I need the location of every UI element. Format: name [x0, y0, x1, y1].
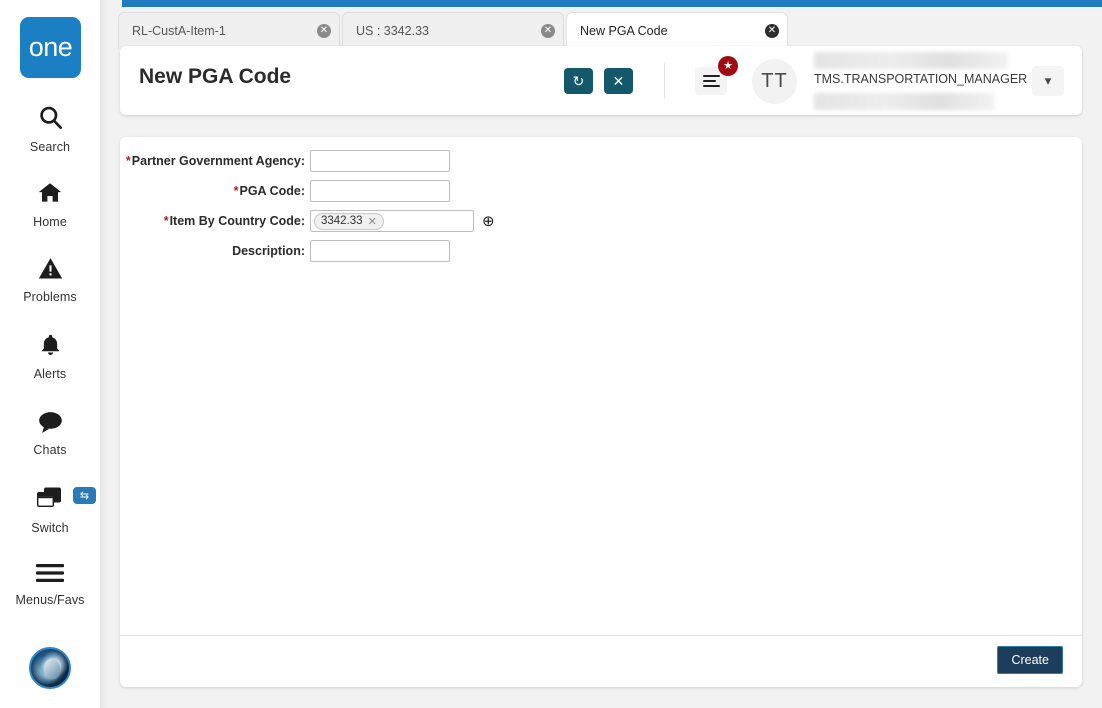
avatar[interactable]: TT	[752, 59, 797, 104]
sidebar: one Search Home Problems Alerts Chats Sw…	[0, 0, 100, 708]
sidebar-item-problems[interactable]: Problems	[0, 256, 100, 304]
sidebar-item-label: Menus/Favs	[15, 593, 85, 607]
page-title: New PGA Code	[139, 65, 292, 88]
sidebar-divider	[100, 0, 110, 708]
chat-bubble-icon	[37, 410, 64, 438]
field-row-item-by-country-code: *Item By Country Code: 3342.33 ✕ ⊕	[120, 209, 1082, 233]
star-icon[interactable]: ★	[718, 56, 738, 76]
required-asterisk: *	[163, 214, 169, 228]
footer-divider	[120, 635, 1082, 636]
sidebar-item-label: Home	[33, 215, 67, 229]
field-row-description: Description:	[120, 239, 1082, 263]
sidebar-item-label: Search	[29, 140, 71, 154]
app-logo[interactable]: one	[20, 17, 81, 78]
sidebar-item-alerts[interactable]: Alerts	[0, 332, 100, 381]
tab-label: US : 3342.33	[356, 24, 429, 38]
hamburger-icon	[36, 562, 64, 588]
field-label-text: Partner Government Agency:	[131, 154, 305, 168]
field-label-text: PGA Code:	[239, 184, 305, 198]
avatar-initials: TT	[761, 70, 788, 92]
field-label: Description:	[120, 244, 310, 258]
sidebar-item-chats[interactable]: Chats	[0, 410, 100, 457]
field-row-partner-government-agency: *Partner Government Agency:	[120, 149, 1082, 173]
form-panel: *Partner Government Agency: *PGA Code: *…	[120, 137, 1082, 687]
redacted-bar-bottom	[814, 93, 994, 110]
warning-triangle-icon	[37, 256, 64, 285]
sidebar-item-home[interactable]: Home	[0, 180, 100, 229]
sidebar-item-label: Problems	[23, 290, 77, 304]
search-icon	[37, 104, 64, 135]
sidebar-item-menus-favs[interactable]: Menus/Favs	[0, 562, 100, 607]
sidebar-item-search[interactable]: Search	[0, 104, 100, 154]
close-icon[interactable]: ✕	[541, 24, 555, 38]
app-root: one Search Home Problems Alerts Chats Sw…	[0, 0, 1102, 708]
create-button[interactable]: Create	[997, 646, 1063, 674]
redacted-bar-top	[814, 52, 1008, 69]
header-divider	[664, 63, 665, 99]
required-asterisk: *	[233, 184, 239, 198]
close-icon[interactable]: ✕	[765, 24, 779, 38]
windows-stack-icon	[35, 486, 65, 516]
user-info: TMS.TRANSPORTATION_MANAGER	[814, 52, 1027, 110]
pga-code-input[interactable]	[310, 180, 450, 202]
refresh-icon: ↻	[572, 72, 585, 89]
page-header: New PGA Code ↻ ✕ ★ TT TMS.TRANSPORTATION…	[120, 46, 1082, 115]
pga-code-form: *Partner Government Agency: *PGA Code: *…	[120, 149, 1082, 269]
field-label-text: Item By Country Code:	[169, 214, 305, 228]
field-label: *PGA Code:	[120, 184, 310, 198]
sidebar-item-label: Switch	[31, 521, 69, 535]
close-button[interactable]: ✕	[604, 68, 633, 94]
user-menu-button[interactable]: ▾	[1032, 66, 1064, 96]
tab-us-3342-33[interactable]: US : 3342.33 ✕	[342, 12, 564, 49]
tab-new-pga-code[interactable]: New PGA Code ✕	[566, 12, 788, 49]
token-label: 3342.33	[321, 215, 363, 227]
required-asterisk: *	[125, 154, 131, 168]
tab-label: RL-CustA-Item-1	[132, 24, 226, 38]
close-icon: ✕	[612, 72, 625, 89]
app-logo-text: one	[28, 32, 73, 62]
hamburger-menu-icon	[702, 72, 720, 90]
partner-government-agency-input[interactable]	[310, 150, 450, 172]
tab-rl-custa-item-1[interactable]: RL-CustA-Item-1 ✕	[118, 12, 340, 49]
sidebar-item-label: Alerts	[33, 367, 67, 381]
field-label: *Partner Government Agency:	[120, 154, 310, 168]
user-avatar-image[interactable]	[29, 647, 71, 689]
item-by-country-code-input[interactable]: 3342.33 ✕	[310, 210, 474, 232]
description-input[interactable]	[310, 240, 450, 262]
home-icon	[36, 180, 64, 210]
remove-icon[interactable]: ✕	[368, 215, 377, 228]
user-name: TMS.TRANSPORTATION_MANAGER	[814, 72, 1028, 86]
tab-bar: RL-CustA-Item-1 ✕ US : 3342.33 ✕ New PGA…	[118, 12, 790, 49]
field-row-pga-code: *PGA Code:	[120, 179, 1082, 203]
field-label-text: Description:	[232, 244, 305, 258]
top-accent-bar	[122, 0, 1102, 7]
sidebar-item-label: Chats	[33, 443, 67, 457]
selected-token: 3342.33 ✕	[314, 212, 384, 230]
chevron-down-icon: ▾	[1044, 73, 1052, 88]
field-label: *Item By Country Code:	[120, 214, 310, 228]
tab-label: New PGA Code	[580, 24, 668, 38]
refresh-button[interactable]: ↻	[564, 68, 593, 94]
bell-icon	[38, 332, 63, 362]
swap-arrows-icon[interactable]: ⇆	[73, 487, 96, 504]
magnifier-plus-icon[interactable]: ⊕	[482, 212, 495, 230]
close-icon[interactable]: ✕	[317, 24, 331, 38]
